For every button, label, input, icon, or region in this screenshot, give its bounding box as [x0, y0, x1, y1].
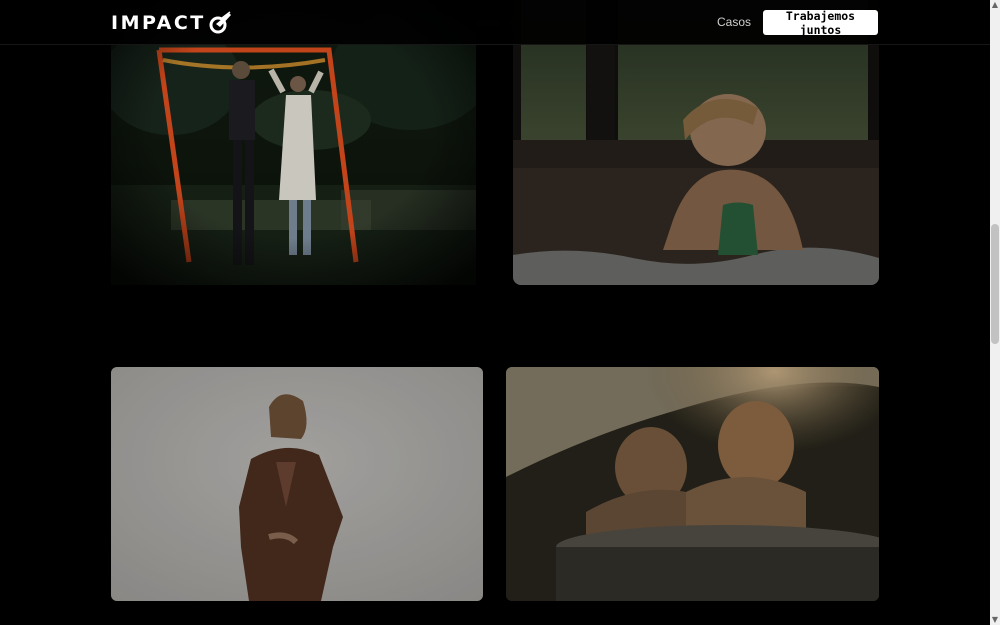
page-viewport: IMPACT Casos Trabajemos juntos	[0, 0, 990, 625]
nav-link-casos[interactable]: Casos	[717, 15, 751, 29]
photo-couple-hot-tub	[506, 367, 879, 601]
comet-o-icon	[209, 11, 231, 34]
site-header: IMPACT Casos Trabajemos juntos	[0, 0, 990, 45]
gallery-card-couple-hot-tub[interactable]	[506, 367, 879, 601]
scrollbar-thumb[interactable]	[991, 224, 999, 344]
scroll-down-arrow-icon[interactable]: ▼	[990, 615, 1000, 625]
logo-text: IMPACT	[111, 12, 206, 34]
photo-woman-brown-suit	[111, 367, 483, 601]
scroll-up-arrow-icon[interactable]: ▲	[990, 0, 1000, 10]
gallery-card-woman-brown-suit[interactable]	[111, 367, 483, 601]
vertical-scrollbar[interactable]: ▲ ▼	[990, 0, 1000, 625]
trabajemos-juntos-button[interactable]: Trabajemos juntos	[763, 9, 878, 37]
logo[interactable]: IMPACT	[111, 11, 233, 35]
